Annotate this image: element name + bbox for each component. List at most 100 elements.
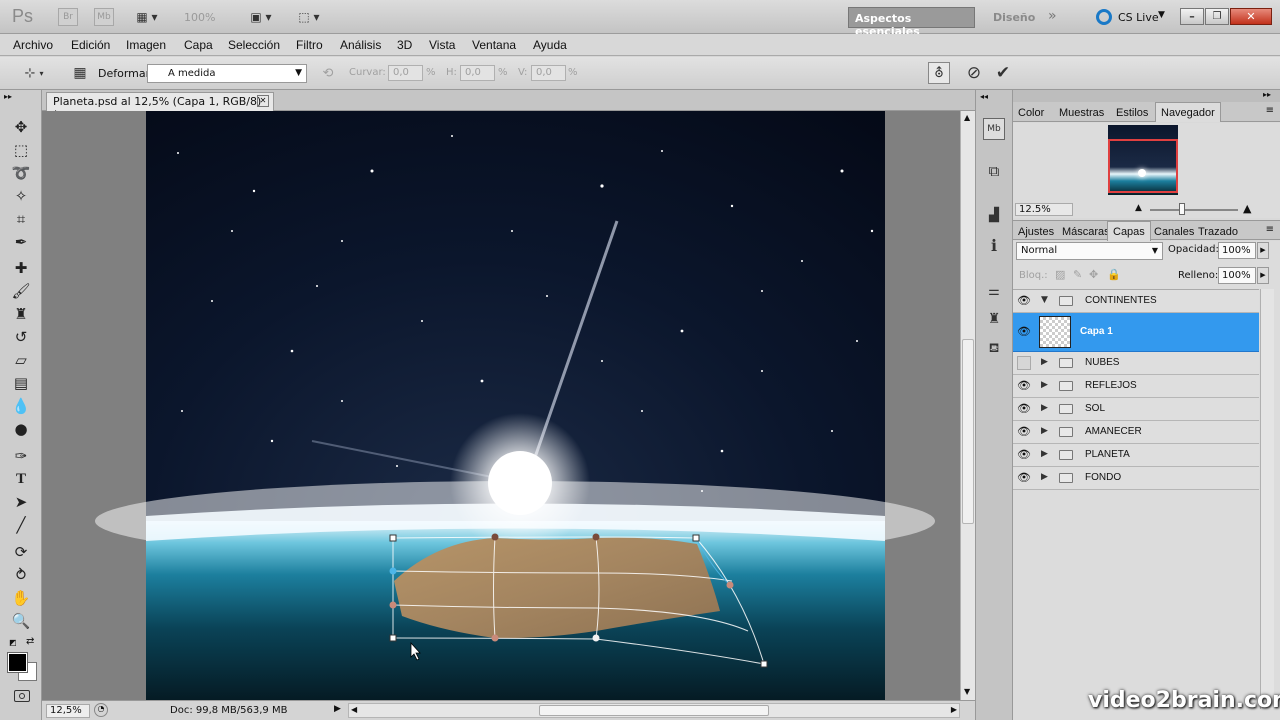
opacity-input[interactable]: 100% [1218, 242, 1256, 259]
visibility-eye-icon[interactable]: 👁 [1017, 425, 1031, 439]
cs-live-chevron-icon[interactable]: ▼ [1158, 10, 1165, 20]
hand-tool-icon[interactable]: ✋ [8, 587, 34, 609]
navigator-zoom-slider[interactable] [1150, 209, 1238, 211]
canvas-area[interactable] [42, 111, 960, 700]
3d-orbit-tool-icon[interactable]: ⥁ [8, 564, 34, 586]
history-brush-tool-icon[interactable]: ↺ [8, 326, 34, 348]
move-tool-icon[interactable]: ✥ [8, 116, 34, 138]
panel-collapse-icon[interactable]: ▸▸ [1263, 90, 1271, 99]
menu-seleccion[interactable]: Selección [228, 38, 280, 52]
menu-capa[interactable]: Capa [184, 38, 213, 52]
3d-rotate-tool-icon[interactable]: ⟳ [8, 541, 34, 563]
tab-canales[interactable]: Canales [1149, 222, 1199, 242]
group-expanded-chevron-icon[interactable]: ▼ [1041, 295, 1048, 305]
strip-collapse-icon[interactable]: ◂◂ [980, 92, 988, 101]
info-panel-icon[interactable]: ℹ [983, 234, 1005, 256]
cancel-transform-icon[interactable]: ⊘ [963, 62, 985, 84]
panel-menu-icon[interactable]: ≡ [1266, 105, 1274, 116]
navigator-zoom-thumb[interactable] [1179, 203, 1185, 215]
visibility-eye-icon[interactable]: 👁 [1017, 448, 1031, 462]
marquee-tool-icon[interactable]: ⬚ [8, 139, 34, 161]
tab-trazado[interactable]: Trazado [1193, 222, 1243, 242]
transform-tool-preset-icon[interactable]: ⊹ ▾ [14, 64, 54, 82]
tab-navegador[interactable]: Navegador [1155, 102, 1221, 122]
commit-transform-icon[interactable]: ✔ [992, 62, 1014, 84]
group-collapsed-chevron-icon[interactable]: ▶ [1041, 357, 1048, 367]
tab-muestras[interactable]: Muestras [1054, 103, 1109, 123]
clone-stamp-tool-icon[interactable]: ♜ [8, 303, 34, 325]
blur-tool-icon[interactable]: 💧 [8, 395, 34, 417]
tool-presets-panel-icon[interactable]: ⛾ [983, 338, 1005, 360]
zoom-field[interactable]: 12,5% [46, 704, 90, 718]
cs-live-button[interactable]: CS Live [1118, 11, 1159, 24]
lasso-tool-icon[interactable]: ➰ [8, 162, 34, 184]
tools-panel-collapse-icon[interactable]: ▸▸ [4, 92, 12, 101]
line-tool-icon[interactable]: ╱ [8, 514, 34, 536]
menu-filtro[interactable]: Filtro [296, 38, 323, 52]
tab-ajustes[interactable]: Ajustes [1013, 222, 1059, 242]
view-extras-icon[interactable]: ▦ ▾ [130, 8, 164, 26]
warp-grid-icon[interactable]: ▦ [70, 63, 90, 83]
visibility-eye-icon[interactable]: 👁 [1017, 379, 1031, 393]
horizontal-scroll-thumb[interactable] [539, 705, 769, 716]
minimize-window-button[interactable]: – [1180, 8, 1204, 25]
document-tab[interactable]: Planeta.psd al 12,5% (Capa 1, RGB/8) * ✕ [46, 92, 274, 121]
layer-row-amanecer[interactable]: 👁 ▶ AMANECER [1013, 421, 1259, 444]
brush-tool-icon[interactable]: 🖌 [8, 280, 34, 302]
horizontal-scrollbar[interactable]: ◀ ▶ [348, 703, 960, 718]
navigator-thumbnail[interactable] [1108, 125, 1178, 195]
menu-analisis[interactable]: Análisis [340, 38, 381, 52]
menu-ayuda[interactable]: Ayuda [533, 38, 567, 52]
deformar-select[interactable]: A medida ▼ [147, 64, 307, 83]
lock-position-icon[interactable]: ✥ [1089, 268, 1098, 281]
blend-mode-select[interactable]: Normal ▼ [1016, 242, 1163, 260]
zoom-in-icon[interactable]: ▲ [1243, 202, 1251, 215]
status-menu-arrow-icon[interactable]: ▶ [334, 704, 341, 714]
menu-ventana[interactable]: Ventana [472, 38, 516, 52]
pen-tool-icon[interactable]: ✑ [8, 445, 34, 467]
h-input[interactable]: 0,0 [460, 65, 495, 81]
fill-slider-toggle-icon[interactable]: ▶ [1257, 267, 1269, 284]
gradient-tool-icon[interactable]: ▤ [8, 372, 34, 394]
eyedropper-tool-icon[interactable]: ✒ [8, 231, 34, 253]
group-collapsed-chevron-icon[interactable]: ▶ [1041, 449, 1048, 459]
menu-edicion[interactable]: Edición [71, 38, 110, 52]
change-warp-orientation-icon[interactable]: ⟲ [318, 64, 338, 82]
eraser-tool-icon[interactable]: ▱ [8, 349, 34, 371]
status-options-icon[interactable]: ◔ [94, 703, 108, 717]
type-tool-icon[interactable]: T [8, 468, 34, 490]
workspace-design-button[interactable]: Diseño [993, 11, 1035, 24]
zoom-tool-icon[interactable]: 🔍 [8, 610, 34, 632]
navigator-view-box[interactable] [1108, 139, 1178, 193]
history-panel-icon[interactable]: ⧉ [983, 160, 1005, 182]
group-collapsed-chevron-icon[interactable]: ▶ [1041, 472, 1048, 482]
foreground-color-swatch[interactable] [7, 652, 28, 673]
tab-color[interactable]: Color [1013, 103, 1049, 123]
scroll-thumb[interactable] [962, 339, 974, 524]
fill-input[interactable]: 100% [1218, 267, 1256, 284]
more-workspaces-icon[interactable]: » [1048, 8, 1057, 24]
v-input[interactable]: 0,0 [531, 65, 566, 81]
quick-selection-tool-icon[interactable]: ✧ [8, 185, 34, 207]
layers-panel-menu-icon[interactable]: ≡ [1266, 224, 1274, 235]
vertical-scrollbar[interactable]: ▲ ▼ [960, 111, 975, 700]
group-collapsed-chevron-icon[interactable]: ▶ [1041, 403, 1048, 413]
arrange-documents-icon[interactable]: ▣ ▾ [244, 8, 278, 26]
cs-live-icon[interactable] [1096, 9, 1112, 25]
layers-scrollbar[interactable] [1260, 289, 1274, 709]
opacity-slider-toggle-icon[interactable]: ▶ [1257, 242, 1269, 259]
crop-tool-icon[interactable]: ⌗ [8, 208, 34, 230]
zoom-level-display[interactable]: 100% [184, 11, 215, 24]
group-collapsed-chevron-icon[interactable]: ▶ [1041, 426, 1048, 436]
lock-all-icon[interactable]: 🔒 [1107, 268, 1121, 281]
screen-mode-icon[interactable]: ⬚ ▾ [292, 8, 326, 26]
layer-row-continentes[interactable]: 👁 ▼ CONTINENTES [1013, 290, 1259, 313]
visibility-eye-icon[interactable]: 👁 [1017, 471, 1031, 485]
scroll-left-icon[interactable]: ◀ [351, 705, 357, 714]
menu-vista[interactable]: Vista [429, 38, 455, 52]
layer-row-sol[interactable]: 👁 ▶ SOL [1013, 398, 1259, 421]
layer-row-fondo[interactable]: 👁 ▶ FONDO [1013, 467, 1259, 490]
tab-estilos[interactable]: Estilos [1111, 103, 1153, 123]
navigator-zoom-field[interactable]: 12.5% [1015, 203, 1073, 216]
minibridge-icon[interactable]: Mb [94, 8, 114, 26]
